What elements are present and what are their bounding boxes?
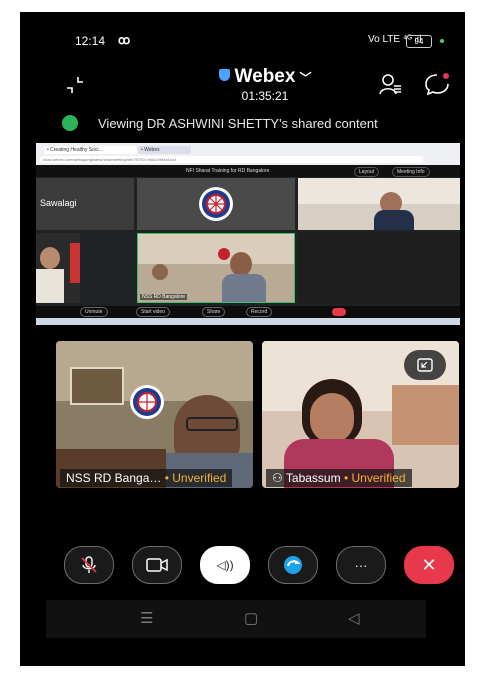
shared-browser-chrome: • Creating Healthy Soci… • Webex nicsi.w… bbox=[36, 143, 460, 165]
picture-in-picture-icon bbox=[417, 358, 433, 372]
speaker-icon: ◁)) bbox=[216, 558, 234, 572]
shared-layout-button: Layout bbox=[354, 167, 380, 177]
shared-meeting-bar: NFI Sharat Training for RD Bangalore Lay… bbox=[36, 165, 460, 177]
shared-meeting-title: NFI Sharat Training for RD Bangalore bbox=[186, 168, 270, 174]
video-tile-name-label: NSS RD Banga… • Unverified bbox=[60, 469, 233, 487]
video-tile-nss[interactable]: NSS RD Banga… • Unverified bbox=[56, 341, 253, 488]
sharing-banner: Viewing DR ASHWINI SHETTY's shared conte… bbox=[62, 114, 452, 134]
shared-tile-label: NSS RD Bangalore bbox=[140, 294, 188, 300]
participant-name-2: Tabassum bbox=[285, 471, 341, 485]
meeting-timer: 01:35:21 bbox=[241, 89, 289, 103]
meeting-title-button[interactable]: Webex ﹀ 01:35:21 bbox=[200, 66, 330, 103]
home-icon[interactable]: ▢ bbox=[244, 609, 258, 627]
battery-charging-dot bbox=[440, 39, 444, 43]
video-tile-tabassum[interactable]: ⚇ Tabassum • Unverified bbox=[262, 341, 459, 488]
share-content-button[interactable] bbox=[268, 546, 318, 584]
security-shield-icon bbox=[218, 69, 230, 81]
shared-meeting-info-button: Meeting Info bbox=[392, 167, 430, 177]
shared-tile-active-speaker: NSS RD Bangalore bbox=[137, 233, 295, 303]
shared-tile-man-left bbox=[36, 233, 80, 303]
shared-controls-bar: Unmute Start video Share Record bbox=[36, 306, 460, 318]
shared-unmute: Unmute bbox=[80, 307, 108, 317]
shared-browser-tab-2: • Webex bbox=[138, 146, 191, 154]
unverified-badge: • Unverified bbox=[164, 471, 227, 485]
mute-button[interactable] bbox=[64, 546, 114, 584]
shared-tile-name: Sawalagi bbox=[40, 198, 77, 208]
shared-end-icon bbox=[332, 308, 346, 316]
sharing-signal-icon bbox=[62, 115, 78, 131]
video-camera-icon bbox=[146, 558, 168, 572]
shared-tile-logo bbox=[137, 178, 295, 230]
status-time: 12:14 bbox=[75, 34, 106, 48]
microphone-muted-icon bbox=[81, 556, 97, 573]
shared-taskbar bbox=[36, 318, 460, 325]
participant-name: NSS RD Banga… bbox=[66, 471, 162, 485]
nss-wall-logo-icon bbox=[130, 385, 164, 419]
shared-start-video: Start video bbox=[136, 307, 170, 317]
more-options-button[interactable]: ··· bbox=[336, 546, 386, 584]
speaker-button[interactable]: ◁)) bbox=[200, 546, 250, 584]
minimize-icon[interactable] bbox=[64, 74, 86, 96]
video-tile-name-label-2: ⚇ Tabassum • Unverified bbox=[266, 469, 412, 487]
muted-user-icon: ⚇ bbox=[272, 471, 283, 485]
video-button[interactable] bbox=[132, 546, 182, 584]
status-bar: 12:14 ꝏ Vo LTE ⁴ᴳ ᵢıl 94 bbox=[20, 33, 465, 50]
chevron-down-icon: ﹀ bbox=[299, 71, 312, 85]
shared-share: Share bbox=[202, 307, 226, 317]
shared-tile-sawalagi: Sawalagi bbox=[36, 178, 134, 230]
chat-icon[interactable] bbox=[424, 72, 450, 96]
meeting-header: Webex ﹀ 01:35:21 bbox=[20, 64, 465, 114]
infinity-icon: ꝏ bbox=[118, 33, 131, 47]
participants-icon[interactable] bbox=[378, 72, 402, 96]
recent-apps-icon[interactable]: ☰ bbox=[140, 609, 153, 627]
pip-toggle-button[interactable] bbox=[404, 350, 446, 380]
shared-browser-tab: • Creating Healthy Soci… bbox=[44, 146, 137, 154]
shared-tile-empty bbox=[298, 233, 460, 303]
more-icon: ··· bbox=[354, 557, 368, 573]
system-navigation-bar: ☰ ▢ ◁ bbox=[46, 600, 426, 638]
unverified-badge-2: • Unverified bbox=[343, 471, 406, 485]
call-controls: ◁)) ··· ✕ bbox=[20, 538, 465, 588]
shared-tile-woman bbox=[298, 178, 460, 230]
end-call-button[interactable]: ✕ bbox=[404, 546, 454, 584]
shared-url-bar: nicsi.webex.com/webappng/sites/nicsi/mee… bbox=[40, 156, 423, 163]
shared-record: Record bbox=[246, 307, 273, 317]
sharing-banner-text: Viewing DR ASHWINI SHETTY's shared conte… bbox=[98, 116, 378, 131]
back-icon[interactable]: ◁ bbox=[348, 609, 360, 627]
share-screen-icon bbox=[284, 556, 302, 574]
close-icon: ✕ bbox=[421, 554, 437, 575]
battery-icon: 94 bbox=[406, 35, 432, 48]
app-title: Webex bbox=[234, 66, 296, 87]
shared-content[interactable]: • Creating Healthy Soci… • Webex nicsi.w… bbox=[36, 143, 460, 325]
nss-logo-icon bbox=[199, 187, 233, 221]
